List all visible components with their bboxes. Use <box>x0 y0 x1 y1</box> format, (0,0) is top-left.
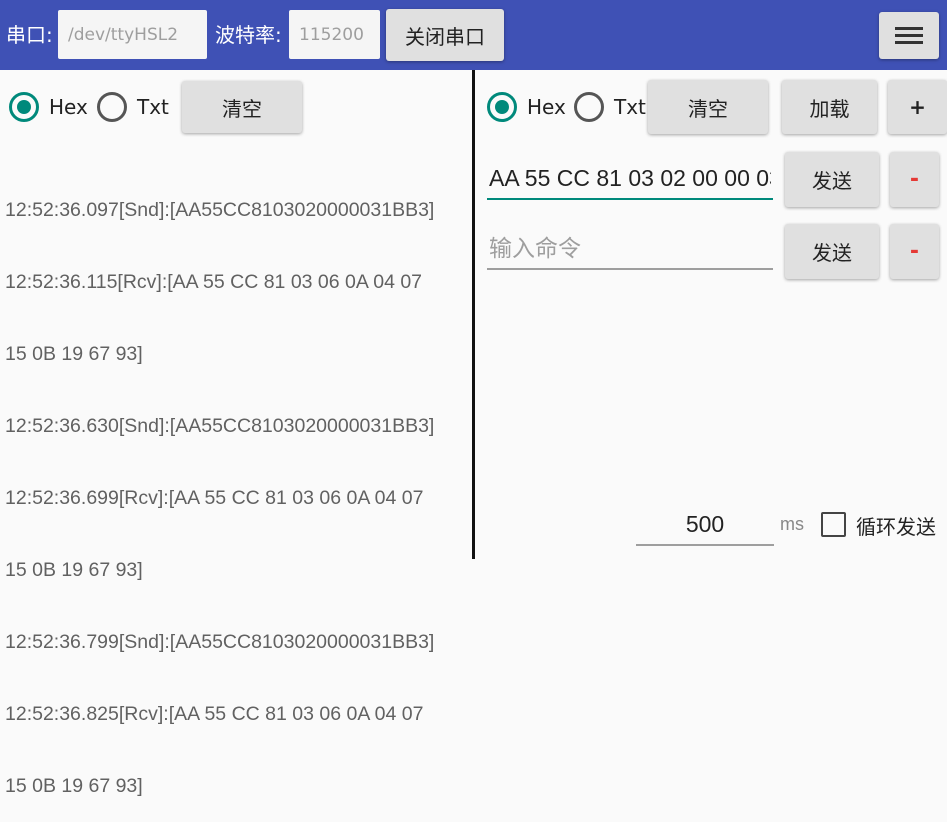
radio-unchecked-icon <box>574 92 604 122</box>
log-line: 15 0B 19 67 93] <box>5 559 143 581</box>
log-line: 12:52:36.699[Rcv]:[AA 55 CC 81 03 06 0A … <box>5 487 424 509</box>
command-input-2[interactable] <box>487 226 773 271</box>
toggle-port-button[interactable]: 关闭串口 <box>386 9 504 61</box>
command-input-1[interactable] <box>487 156 773 201</box>
receive-txt-label: Txt <box>137 95 169 119</box>
loop-send-label: 循环发送 <box>856 515 936 539</box>
port-field[interactable] <box>58 10 207 59</box>
command-input-2-underline <box>487 268 773 270</box>
receive-txt-radio[interactable]: Txt <box>97 92 172 122</box>
remove-command-1-button[interactable]: - <box>890 152 939 207</box>
hamburger-menu-icon <box>879 12 939 59</box>
menu-button[interactable] <box>879 12 939 59</box>
port-label: 串口: <box>6 23 53 47</box>
baud-label: 波特率: <box>215 23 282 47</box>
radio-checked-icon <box>9 92 39 122</box>
receive-log: 12:52:36.097[Snd]:[AA55CC8103020000031BB… <box>5 150 470 822</box>
loop-send-checkbox[interactable] <box>821 512 846 537</box>
send-txt-label: Txt <box>614 95 646 119</box>
log-line: 15 0B 19 67 93] <box>5 775 143 797</box>
add-command-button[interactable]: + <box>888 80 947 134</box>
send-hex-radio[interactable]: Hex <box>487 92 567 122</box>
interval-input[interactable] <box>636 504 774 544</box>
send-command-2-button[interactable]: 发送 <box>785 224 879 279</box>
receive-clear-button[interactable]: 清空 <box>182 81 302 133</box>
send-command-1-button[interactable]: 发送 <box>785 152 879 207</box>
log-line: 12:52:36.115[Rcv]:[AA 55 CC 81 03 06 0A … <box>5 271 423 293</box>
log-line: 15 0B 19 67 93] <box>5 343 143 365</box>
log-line: 12:52:36.630[Snd]:[AA55CC8103020000031BB… <box>5 415 435 437</box>
send-clear-button[interactable]: 清空 <box>648 80 768 134</box>
remove-command-2-button[interactable]: - <box>890 224 939 279</box>
top-bar: 串口: 波特率: 关闭串口 <box>0 0 947 70</box>
send-hex-label: Hex <box>527 95 566 119</box>
command-input-1-underline <box>487 198 773 200</box>
log-line: 12:52:36.825[Rcv]:[AA 55 CC 81 03 06 0A … <box>5 703 424 725</box>
send-panel <box>475 70 947 559</box>
radio-checked-icon <box>487 92 517 122</box>
log-line: 12:52:36.097[Snd]:[AA55CC8103020000031BB… <box>5 199 435 221</box>
receive-hex-label: Hex <box>49 95 88 119</box>
baud-field[interactable] <box>289 10 380 59</box>
log-line: 12:52:36.799[Snd]:[AA55CC8103020000031BB… <box>5 631 435 653</box>
load-button[interactable]: 加载 <box>782 80 877 134</box>
send-txt-radio[interactable]: Txt <box>574 92 646 122</box>
interval-unit: ms <box>780 514 804 534</box>
interval-underline <box>636 544 774 546</box>
radio-unchecked-icon <box>97 92 127 122</box>
